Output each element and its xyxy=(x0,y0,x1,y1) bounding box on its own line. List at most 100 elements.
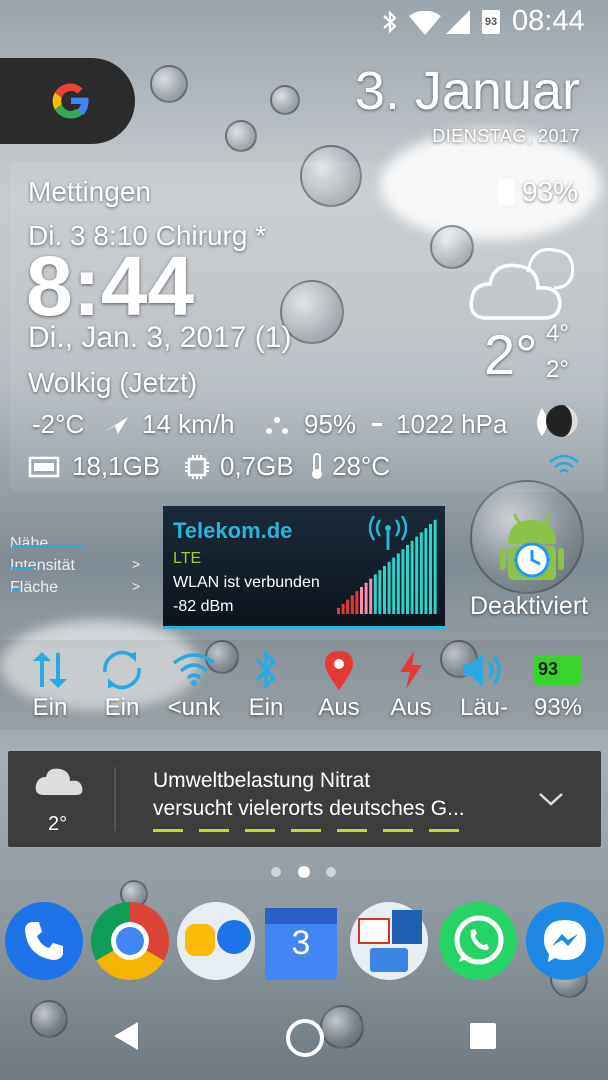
signal-bar xyxy=(396,553,400,614)
page-indicator-dot[interactable] xyxy=(326,867,336,877)
ram-value: 0,7GB xyxy=(220,451,294,481)
battery-percent: 93% xyxy=(522,176,579,207)
page-indicator-dot-active[interactable] xyxy=(298,866,310,878)
rain-drop xyxy=(270,85,300,115)
signal-bar xyxy=(346,599,350,614)
google-search-button[interactable] xyxy=(0,58,135,144)
phone-app[interactable] xyxy=(5,902,83,980)
toggle-mobile-data[interactable]: Ein xyxy=(15,650,85,722)
divider xyxy=(114,767,116,831)
battery-icon: 93 xyxy=(534,655,582,685)
pressure-icon xyxy=(372,423,382,426)
chrome-app[interactable] xyxy=(91,902,169,980)
toggle-label: Läu- xyxy=(459,694,509,721)
toggle-label: 93% xyxy=(533,694,583,721)
signal-bar xyxy=(410,540,414,614)
signal-bar xyxy=(364,582,368,614)
humidity-icon xyxy=(266,417,288,434)
messages-folder[interactable] xyxy=(177,902,255,980)
whatsapp-app[interactable] xyxy=(439,902,517,980)
legend-arrow: > xyxy=(132,578,141,594)
status-bar: 93 08:44 xyxy=(0,0,608,44)
legend-proximity: Nähe xyxy=(10,535,49,552)
messenger-app[interactable] xyxy=(526,902,604,980)
humidity-value: 95% xyxy=(304,409,357,439)
bluetooth-icon xyxy=(383,10,397,34)
legend-arrow: > xyxy=(132,556,141,572)
mail-folder[interactable] xyxy=(350,902,428,980)
current-temp: 2° xyxy=(484,323,538,386)
mail-icon xyxy=(358,918,390,944)
android-widget-label: Deaktiviert xyxy=(470,592,589,620)
toggle-label: Aus xyxy=(390,694,432,721)
signal-strength: -82 dBm xyxy=(173,598,234,615)
toggle-wifi[interactable]: <unk xyxy=(159,650,229,722)
bluetooth-icon xyxy=(255,650,277,690)
toggle-label: Ein xyxy=(248,694,284,721)
page-indicator-dot[interactable] xyxy=(271,867,281,877)
toggle-label: Aus xyxy=(318,694,360,721)
network-type: LTE xyxy=(173,550,202,567)
toggle-sync[interactable]: Ein xyxy=(87,650,157,722)
signal-bar xyxy=(392,557,396,614)
rain-drop xyxy=(320,1005,364,1049)
pressure-value: 1022 hPa xyxy=(396,409,508,439)
widget-clock: 8:44 xyxy=(26,239,195,333)
news-ticker xyxy=(153,829,473,832)
news-subline: versucht vielerorts deutsches G... xyxy=(153,797,465,820)
signal-bar xyxy=(373,574,377,614)
toggle-battery[interactable]: 93 93% xyxy=(523,650,593,722)
chevron-down-icon[interactable] xyxy=(538,791,564,807)
toggle-sound[interactable]: Läu- xyxy=(449,650,519,722)
high-temp: 4° xyxy=(546,320,569,347)
home-button[interactable] xyxy=(286,1019,324,1057)
signal-bar xyxy=(387,561,391,614)
cpu-temp-value: 28°C xyxy=(332,451,391,481)
data-transfer-icon xyxy=(33,652,67,688)
back-button[interactable] xyxy=(112,1020,140,1052)
wind-speed: 14 km/h xyxy=(142,409,235,439)
toggle-bluetooth[interactable]: Ein xyxy=(231,650,301,722)
android-clock-icon[interactable] xyxy=(500,510,564,588)
signal-bars xyxy=(337,519,437,614)
battery-icon xyxy=(498,179,514,205)
signal-bar xyxy=(415,536,419,614)
recents-button[interactable] xyxy=(470,1023,496,1049)
wifi-icon xyxy=(172,653,216,686)
wifi-icon xyxy=(409,11,441,35)
wind-icon xyxy=(104,417,128,434)
phone-icon xyxy=(25,922,63,960)
news-card[interactable]: 2° Umweltbelastung Nitrat versucht viele… xyxy=(8,751,601,847)
temperature-value: -2°C xyxy=(32,409,85,439)
toggle-location[interactable]: Aus xyxy=(304,650,374,722)
flash-icon xyxy=(400,651,422,689)
cloudy-icon xyxy=(35,768,83,795)
signal-bar xyxy=(429,524,432,614)
calendar-app[interactable]: 3 xyxy=(265,908,337,980)
calendar-icon xyxy=(265,908,337,924)
toggle-label: Ein xyxy=(104,694,140,721)
messenger-icon xyxy=(544,920,586,962)
signal-bar xyxy=(355,591,359,614)
location-label: Mettingen xyxy=(28,176,151,207)
wifi-indicator-icon xyxy=(549,454,579,473)
toggle-label: <unk xyxy=(167,694,221,721)
toggle-flashlight[interactable]: Aus xyxy=(376,650,446,722)
news-temp: 2° xyxy=(48,813,68,835)
signal-bar xyxy=(424,528,428,614)
signal-bar xyxy=(383,566,386,614)
messages-icon xyxy=(185,924,215,956)
date-headline[interactable]: 3. Januar xyxy=(355,60,580,122)
storage-value: 18,1GB xyxy=(72,451,161,481)
google-g-icon xyxy=(52,83,89,119)
legend-intensity-bar xyxy=(12,567,34,570)
volume-icon xyxy=(463,653,501,687)
signal-widget[interactable]: Telekom.de LTE WLAN ist verbunden -82 dB… xyxy=(163,506,445,629)
weather-condition: Wolkig (Jetzt) xyxy=(28,367,198,398)
toggle-label: Ein xyxy=(32,694,68,721)
legend-intensity: Intensität xyxy=(10,557,75,574)
signal-bar xyxy=(401,549,405,614)
date-subline: DIENSTAG, 2017 xyxy=(432,126,580,146)
whatsapp-icon xyxy=(454,915,504,965)
thermometer-icon xyxy=(312,453,322,479)
